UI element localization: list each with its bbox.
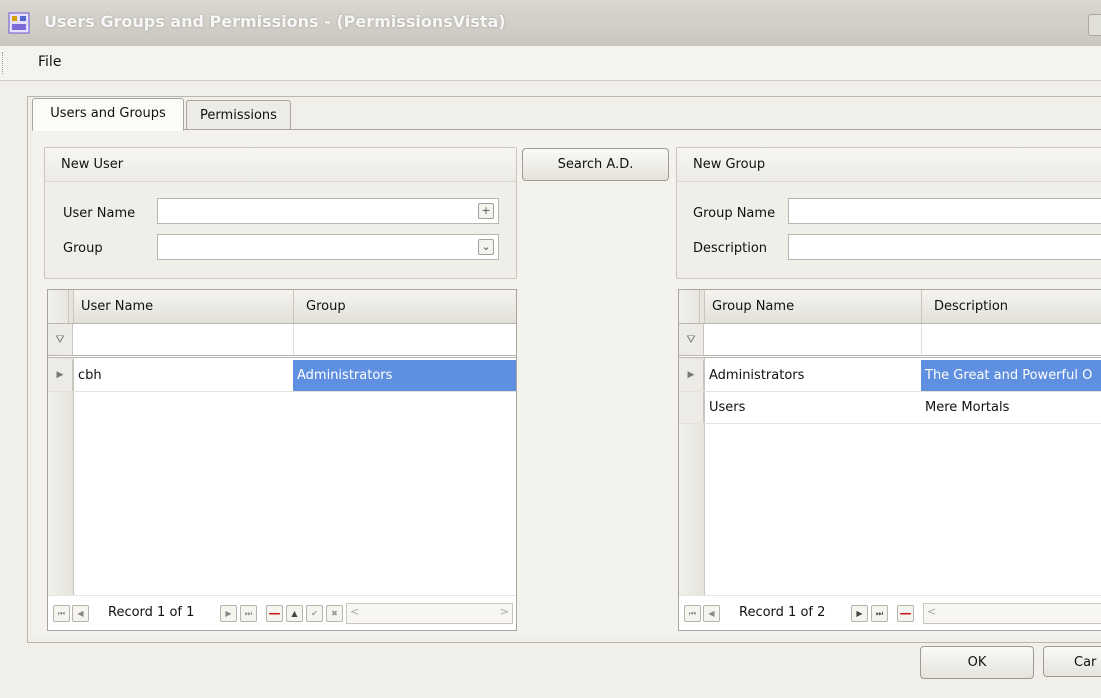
group-select[interactable]: ⌄ <box>157 234 499 260</box>
users-navigator: ⏮ ◀ Record 1 of 1 ▶ ⏭ — ▲ ✔ ✖ < > <box>48 595 516 630</box>
first-record-icon[interactable]: ⏮ <box>684 605 701 622</box>
chevron-down-icon[interactable]: ⌄ <box>478 239 494 255</box>
new-user-header: New User <box>45 148 516 182</box>
user-name-label: User Name <box>63 206 136 221</box>
window-title: Users Groups and Permissions - (Permissi… <box>44 12 506 31</box>
next-record-icon[interactable]: ▶ <box>851 605 868 622</box>
column-header-user-name[interactable]: User Name <box>68 290 293 323</box>
groups-record-text: Record 1 of 2 <box>739 605 826 620</box>
minimize-button[interactable] <box>1088 14 1101 36</box>
users-grid[interactable]: User Name Group ⛛ ▶ cbh Administrators ⏮… <box>47 289 517 631</box>
groups-filter-row[interactable]: ⛛ <box>679 324 1101 358</box>
column-header-group[interactable]: Group <box>293 290 516 323</box>
group-cell[interactable]: Administrators <box>293 360 516 391</box>
delete-icon[interactable]: — <box>266 605 283 622</box>
user-name-input[interactable]: + <box>157 198 499 224</box>
description-cell[interactable]: Mere Mortals <box>921 392 1101 423</box>
app-icon <box>8 12 30 34</box>
search-ad-button[interactable]: Search A.D. <box>522 148 669 181</box>
table-row[interactable]: ▶ Administrators The Great and Powerful … <box>679 360 1101 392</box>
groups-horizontal-scrollbar[interactable]: < <box>923 603 1101 624</box>
menu-grip-icon <box>2 52 6 74</box>
scroll-left-icon[interactable]: < <box>927 605 936 618</box>
menu-file[interactable]: File <box>38 54 61 70</box>
user-cell[interactable]: cbh <box>74 360 293 391</box>
scroll-right-icon[interactable]: > <box>500 605 509 618</box>
scroll-left-icon[interactable]: < <box>350 605 359 618</box>
filter-icon[interactable]: ⛛ <box>679 324 704 355</box>
new-group-group: New Group Group Name Description <box>676 147 1101 279</box>
column-header-group-name[interactable]: Group Name <box>699 290 921 323</box>
group-name-input[interactable] <box>788 198 1101 224</box>
group-name-cell[interactable]: Users <box>705 392 921 423</box>
tab-users-and-groups[interactable]: Users and Groups <box>32 98 184 131</box>
table-row[interactable]: ▶ cbh Administrators <box>48 360 516 392</box>
row-indicator <box>679 392 704 423</box>
users-filter-divider <box>293 324 295 355</box>
description-input[interactable] <box>788 234 1101 260</box>
new-user-group: New User User Name + Group ⌄ <box>44 147 517 279</box>
new-user-title: New User <box>61 157 124 172</box>
groups-grid-header: Group Name Description <box>679 290 1101 324</box>
prev-record-icon[interactable]: ◀ <box>72 605 89 622</box>
row-pointer-icon: ▶ <box>48 360 73 391</box>
new-group-header: New Group <box>677 148 1101 182</box>
plus-icon[interactable]: + <box>478 203 494 219</box>
group-label: Group <box>63 241 103 256</box>
ok-button[interactable]: OK <box>920 646 1034 679</box>
next-record-icon[interactable]: ▶ <box>220 605 237 622</box>
up-icon[interactable]: ▲ <box>286 605 303 622</box>
last-record-icon[interactable]: ⏭ <box>240 605 257 622</box>
menu-bar: File <box>0 46 1101 81</box>
first-record-icon[interactable]: ⏮ <box>53 605 70 622</box>
cancel-icon[interactable]: ✖ <box>326 605 343 622</box>
users-horizontal-scrollbar[interactable]: < > <box>346 603 513 624</box>
row-pointer-icon: ▶ <box>679 360 704 391</box>
delete-icon[interactable]: — <box>897 605 914 622</box>
prev-record-icon[interactable]: ◀ <box>703 605 720 622</box>
title-bar: Users Groups and Permissions - (Permissi… <box>0 0 1101 47</box>
cancel-button[interactable]: Car <box>1043 646 1101 677</box>
new-group-title: New Group <box>693 157 766 172</box>
users-filter-row[interactable]: ⛛ <box>48 324 516 358</box>
users-grid-header: User Name Group <box>48 290 516 324</box>
groups-grid[interactable]: Group Name Description ⛛ ▶ Administrator… <box>678 289 1101 631</box>
group-name-label: Group Name <box>693 206 776 221</box>
description-cell[interactable]: The Great and Powerful O <box>921 360 1101 391</box>
group-name-cell[interactable]: Administrators <box>705 360 921 391</box>
last-record-icon[interactable]: ⏭ <box>871 605 888 622</box>
description-label: Description <box>693 241 768 256</box>
filter-icon[interactable]: ⛛ <box>48 324 73 355</box>
check-icon[interactable]: ✔ <box>306 605 323 622</box>
tab-permissions[interactable]: Permissions <box>186 100 291 130</box>
groups-navigator: ⏮ ◀ Record 1 of 2 ▶ ⏭ — < <box>679 595 1101 630</box>
column-header-description[interactable]: Description <box>921 290 1101 323</box>
groups-filter-divider <box>921 324 923 355</box>
table-row[interactable]: Users Mere Mortals <box>679 392 1101 424</box>
users-record-text: Record 1 of 1 <box>108 605 195 620</box>
